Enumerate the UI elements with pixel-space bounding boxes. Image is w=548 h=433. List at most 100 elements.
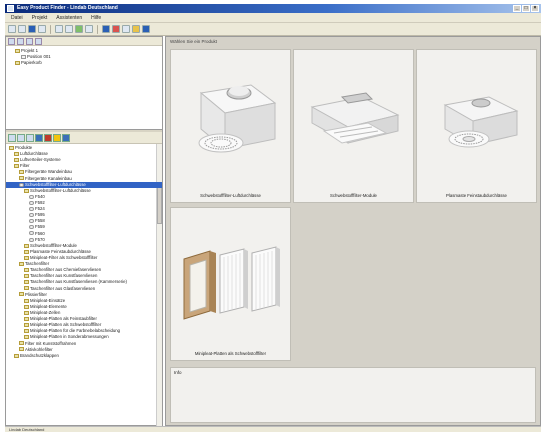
tree-item-label: Schwebstofffilter-Luftdurchlässe — [30, 187, 91, 193]
filter-module-icon — [310, 92, 399, 144]
project-tree: Projekt 1 Position 001 Papierkorb — [6, 46, 162, 130]
product-card-label: Minipleat-Platten als Schwebstofffilter — [194, 351, 267, 356]
tree-item[interactable]: Brandschutzklappen — [6, 353, 162, 359]
remove-icon[interactable] — [112, 25, 120, 33]
star-icon[interactable] — [53, 134, 61, 142]
product-icon — [29, 237, 34, 242]
product-icon — [29, 225, 34, 230]
tree-item-label: Brandschutzklappen — [20, 352, 59, 358]
tree-item-label: Position 001 — [27, 54, 51, 59]
tree-item-label: F560 — [35, 230, 45, 236]
product-card-module[interactable]: Schwebstofffilter-Module — [293, 49, 414, 203]
tree-item-label: F524 — [35, 206, 45, 212]
folder-icon — [24, 268, 29, 273]
folder-icon — [24, 280, 29, 285]
status-text: Lindab Deutschland — [9, 427, 45, 432]
tree-item-label: Plissierfilter — [25, 291, 47, 297]
tree-item-label: F540 — [35, 193, 45, 199]
folder-icon — [24, 255, 29, 260]
product-card-diffuser[interactable]: Schwebstofffilter-Luftdurchlässe — [170, 49, 291, 203]
product-card-plasmaste[interactable]: Plasmaste Feinstaubdurchlässe — [416, 49, 537, 203]
folder-icon — [19, 341, 24, 346]
status-bar: Lindab Deutschland — [5, 426, 541, 432]
export-icon[interactable] — [62, 134, 70, 142]
tree-item-label: Minipleat-Zellen — [30, 309, 61, 315]
catalog-icon[interactable] — [17, 134, 25, 142]
folder-icon — [19, 176, 24, 181]
refresh-icon[interactable] — [75, 25, 83, 33]
folder-icon — [24, 304, 29, 309]
folder-icon — [24, 310, 29, 315]
tree-item-label: Taschenfilter aus Kunstfaservliesen — [30, 273, 98, 279]
folder-icon — [14, 158, 19, 163]
project-toolbar — [6, 37, 162, 46]
menu-assistenten[interactable]: Assistenten — [56, 15, 82, 21]
open-icon[interactable] — [18, 25, 26, 33]
folder-icon — [24, 316, 29, 321]
product-toolbar — [6, 132, 162, 144]
app-icon — [7, 5, 14, 12]
tree-item-label: Minipleat-Platten in Sonderabmessungen — [30, 334, 109, 340]
close-button[interactable]: × — [531, 5, 539, 12]
tree-item-label: Luftverteiler-Systeme — [20, 157, 61, 163]
list-view-icon[interactable] — [17, 38, 24, 45]
document-icon — [21, 54, 26, 59]
favorite-icon[interactable] — [44, 134, 52, 142]
tree-item-label: Projekt 1 — [21, 48, 38, 53]
diffuser-round-icon — [443, 96, 518, 148]
tree-view-icon[interactable] — [8, 38, 15, 45]
product-icon — [29, 194, 34, 199]
product-card-minipleat[interactable]: Minipleat-Platten als Schwebstofffilter — [170, 207, 291, 361]
info-icon[interactable] — [35, 134, 43, 142]
save-icon[interactable] — [28, 25, 36, 33]
menu-projekt[interactable]: Projekt — [32, 15, 48, 21]
minipleat-panels-icon — [183, 246, 280, 320]
filter-icon[interactable] — [8, 134, 16, 142]
paste-icon[interactable] — [65, 25, 73, 33]
folder-icon — [24, 188, 29, 193]
toolbar — [5, 23, 541, 36]
folder-icon — [24, 323, 29, 328]
folder-icon — [19, 261, 24, 266]
product-icon — [29, 231, 34, 236]
product-icon — [29, 213, 34, 218]
folder-icon — [14, 353, 19, 358]
product-icon — [29, 206, 34, 211]
expand-icon[interactable] — [26, 38, 33, 45]
cut-icon[interactable] — [55, 25, 63, 33]
tree-item-label: Filtergeräte Wandeinbau — [25, 169, 72, 175]
menu-bar: Datei Projekt Assistenten Hilfe — [5, 13, 541, 23]
tree-item-label: Minipleat-Platten als Feinstaubfilter — [30, 316, 97, 322]
folder-icon — [24, 274, 29, 279]
help-icon[interactable] — [142, 25, 150, 33]
toolbar-separator — [50, 24, 51, 34]
tree-item-label: Filtergeräte Kanaleinbau — [25, 175, 72, 181]
folder-icon — [9, 145, 14, 150]
copy-icon[interactable] — [38, 25, 46, 33]
panel-header: Wählen Sie ein Produkt — [170, 39, 218, 44]
maximize-button[interactable]: □ — [522, 5, 530, 12]
tree-item-label: Schwebstofffilter-Module — [30, 242, 77, 248]
tree-item-label: Plasmaste Feinstaubdurchlässe — [30, 248, 91, 254]
tree-item-label: F558 — [35, 218, 45, 224]
product-card-label: Plasmaste Feinstaubdurchlässe — [446, 193, 507, 198]
folder-icon — [19, 292, 24, 297]
collapse-icon[interactable] — [35, 38, 42, 45]
add-icon[interactable] — [102, 25, 110, 33]
new-icon[interactable] — [8, 25, 16, 33]
search-icon[interactable] — [85, 25, 93, 33]
tree-item[interactable]: Papierkorb — [6, 60, 162, 66]
settings-icon[interactable] — [132, 25, 140, 33]
info-box: Info — [170, 367, 536, 423]
folder-icon — [24, 286, 29, 291]
menu-hilfe[interactable]: Hilfe — [91, 15, 101, 21]
details-icon[interactable] — [26, 134, 34, 142]
minimize-button[interactable]: _ — [513, 5, 521, 12]
folder-icon — [24, 249, 29, 254]
tree-item-label: Minipleat-Elemente — [30, 303, 67, 309]
folder-icon — [19, 347, 24, 352]
product-icon — [19, 182, 24, 187]
grid-icon[interactable] — [122, 25, 130, 33]
product-card-label: Schwebstofffilter-Module — [330, 193, 377, 198]
menu-datei[interactable]: Datei — [11, 15, 23, 21]
